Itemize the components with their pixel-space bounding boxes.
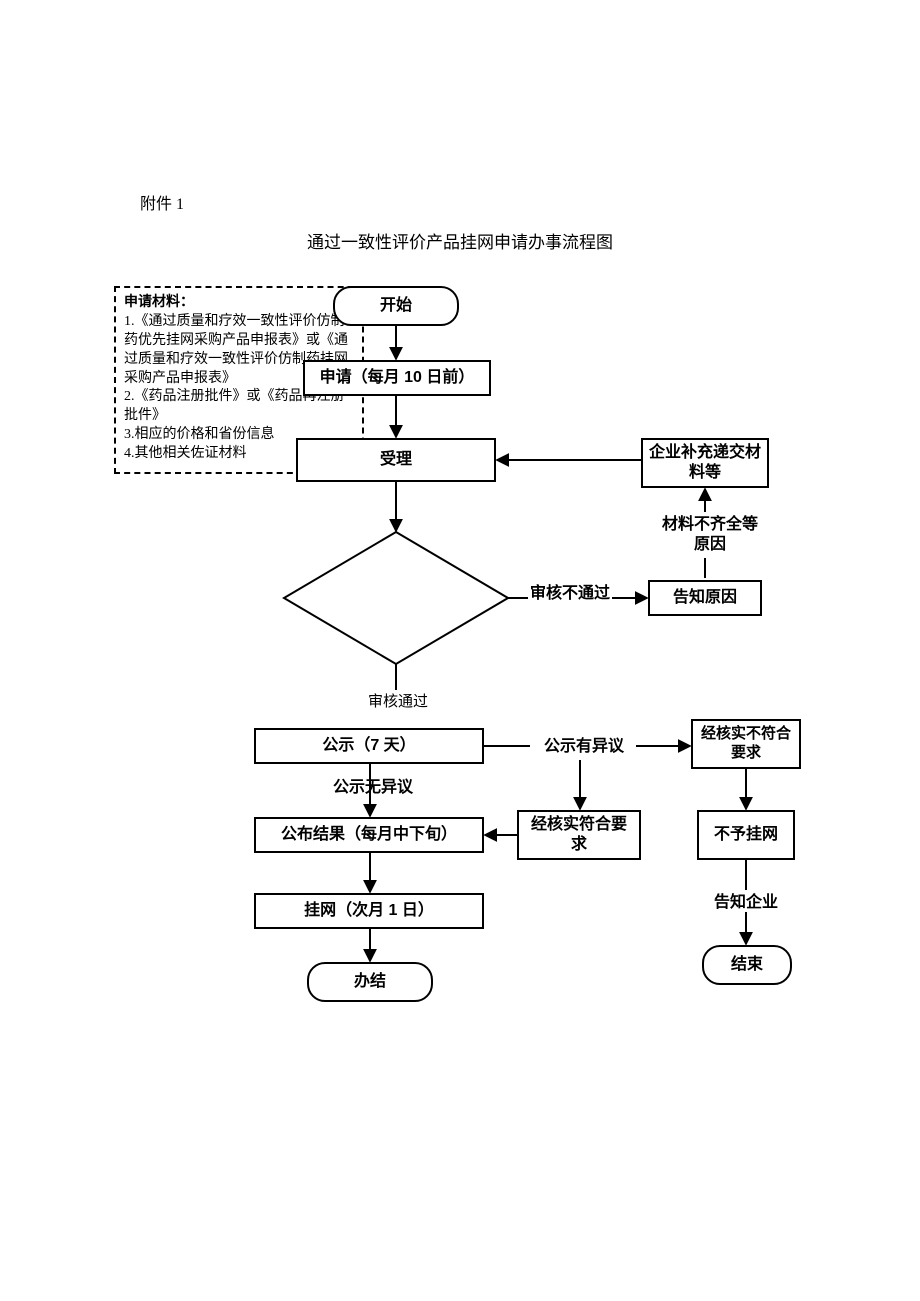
node-review: 审核 [370,588,422,608]
node-deny: 不予挂网 [697,810,795,860]
node-supplement: 企业补充递交材料等 [641,438,769,488]
label-no-objection: 公示无异议 [323,778,423,798]
label-inform-company: 告知企业 [706,893,786,913]
node-publicity: 公示（7 天） [254,728,484,764]
node-inform-reason: 告知原因 [648,580,762,616]
node-verified-fail: 经核实不符合要求 [691,719,801,769]
node-done: 办结 [307,962,433,1002]
node-verified-ok: 经核实符合要求 [517,810,641,860]
node-list-online: 挂网（次月 1 日） [254,893,484,929]
node-end: 结束 [702,945,792,985]
page-title: 通过一致性评价产品挂网申请办事流程图 [0,228,920,253]
node-apply: 申请（每月 10 日前） [303,360,491,396]
attachment-label: 附件 1 [140,190,184,214]
label-review-pass: 审核通过 [328,693,468,712]
node-publish-result: 公布结果（每月中下旬） [254,817,484,853]
materials-header: 申请材料： [124,294,354,313]
node-accept: 受理 [296,438,496,482]
label-material-incomplete: 材料不齐全等原因 [660,515,760,555]
label-has-objection: 公示有异议 [534,737,634,757]
node-start: 开始 [333,286,459,326]
label-review-fail: 审核不通过 [530,584,610,604]
flowchart-page: 附件 1 通过一致性评价产品挂网申请办事流程图 申请材料： 1.《通过质量和疗效… [0,0,920,1301]
connectors [0,0,920,1301]
